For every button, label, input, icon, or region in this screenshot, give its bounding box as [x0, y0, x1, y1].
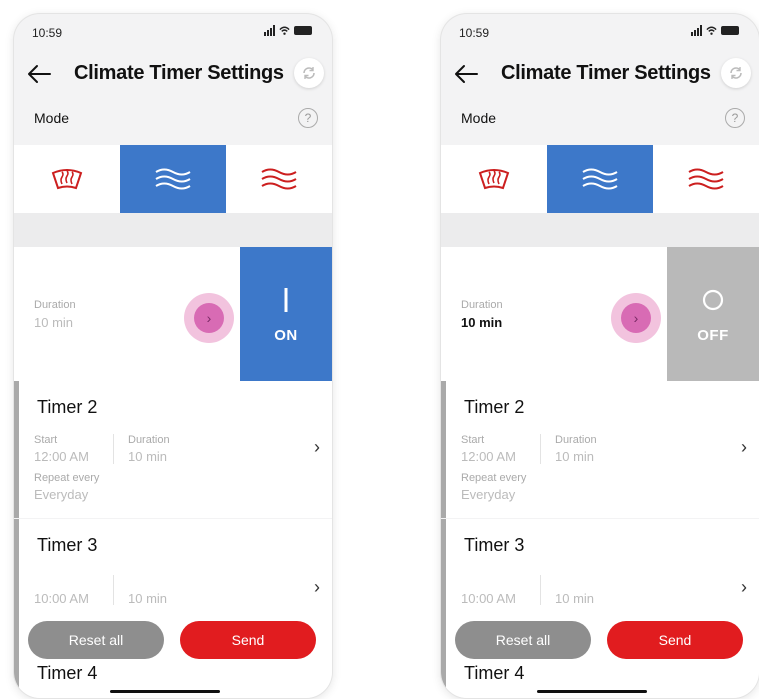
timer-3-duration-value: 10 min — [128, 591, 168, 606]
timer-3-duration-value: 10 min — [555, 591, 595, 606]
timer-1-toggle-label: OFF — [697, 326, 729, 344]
timer-1-expand-button[interactable]: › — [184, 293, 234, 343]
heat-airflow-icon — [261, 168, 297, 190]
timer-2-repeat-value: Everyday — [461, 487, 516, 502]
mode-defrost-button[interactable] — [14, 145, 120, 213]
defrost-icon — [51, 169, 83, 190]
timer-2-name: Timer 2 — [464, 397, 525, 417]
timer-1-card: Duration 10 min › OFF — [441, 247, 759, 381]
timer-3-chevron-right-icon[interactable]: › — [314, 577, 320, 598]
timer-2-start-value: 12:00 AM — [34, 449, 89, 464]
timer-2-name: Timer 2 — [37, 397, 98, 417]
refresh-button[interactable] — [294, 58, 324, 88]
phone-screen-off: 10:59 Climate Timer Settings Mode ? Dura… — [441, 14, 759, 698]
timer-1-toggle[interactable]: OFF — [667, 247, 759, 381]
timer-2-start-value: 12:00 AM — [461, 449, 516, 464]
timer-4-name: Timer 4 — [37, 663, 98, 683]
timer-4-name: Timer 4 — [464, 663, 525, 683]
header: Climate Timer Settings — [14, 58, 332, 90]
timer-1-duration-value: 10 min — [461, 315, 503, 330]
battery-icon — [294, 26, 312, 35]
timer-2-duration-value: 10 min — [128, 449, 168, 464]
refresh-icon — [730, 67, 742, 79]
signal-icon — [691, 25, 702, 36]
battery-icon — [721, 26, 739, 35]
section-divider — [14, 213, 332, 247]
timer-2-start-label: Start — [461, 434, 485, 446]
wifi-icon — [279, 26, 290, 35]
back-arrow-icon[interactable] — [453, 62, 479, 86]
timer-3-start-value: 10:00 AM — [34, 591, 89, 606]
reset-all-button[interactable]: Reset all — [28, 621, 164, 659]
back-arrow-icon[interactable] — [26, 62, 52, 86]
mode-vent-button[interactable] — [547, 145, 653, 213]
wifi-icon — [706, 26, 717, 35]
timer-2-card[interactable]: Timer 2 Start 12:00 AM Duration 10 min R… — [14, 381, 332, 518]
send-button[interactable]: Send — [607, 621, 743, 659]
timer-1-duration-label: Duration — [34, 299, 76, 311]
status-time: 10:59 — [459, 26, 490, 40]
defrost-icon — [478, 169, 510, 190]
status-bar: 10:59 — [441, 24, 759, 42]
header: Climate Timer Settings — [441, 58, 759, 90]
status-time: 10:59 — [32, 26, 63, 40]
mode-defrost-button[interactable] — [441, 145, 547, 213]
home-indicator — [537, 690, 647, 693]
mode-heat-button[interactable] — [653, 145, 759, 213]
reset-all-button[interactable]: Reset all — [455, 621, 591, 659]
vent-airflow-icon — [582, 168, 618, 190]
timer-2-start-label: Start — [34, 434, 58, 446]
mode-heat-button[interactable] — [226, 145, 332, 213]
timer-2-chevron-right-icon[interactable]: › — [314, 437, 320, 458]
timer-2-card[interactable]: Timer 2 Start 12:00 AM Duration 10 min R… — [441, 381, 759, 518]
home-indicator — [110, 690, 220, 693]
timer-2-repeat-label: Repeat every — [461, 472, 527, 484]
refresh-icon — [303, 67, 315, 79]
timer-2-duration-label: Duration — [128, 434, 170, 446]
vent-airflow-icon — [155, 168, 191, 190]
refresh-button[interactable] — [721, 58, 751, 88]
page-title: Climate Timer Settings — [74, 62, 284, 84]
timer-2-repeat-value: Everyday — [34, 487, 89, 502]
timer-3-name: Timer 3 — [464, 535, 525, 555]
timer-3-chevron-right-icon[interactable]: › — [741, 577, 747, 598]
phone-screen-on: 10:59 Climate Timer Settings Mode ? Dura… — [14, 14, 332, 698]
mode-label: Mode — [34, 110, 70, 126]
timer-3-name: Timer 3 — [37, 535, 98, 555]
send-button[interactable]: Send — [180, 621, 316, 659]
timer-3-start-value: 10:00 AM — [461, 591, 516, 606]
timer-1-duration-label: Duration — [461, 299, 503, 311]
timer-1-toggle[interactable]: ON — [240, 247, 332, 381]
mode-row: Mode ? — [14, 108, 332, 130]
timer-2-repeat-label: Repeat every — [34, 472, 100, 484]
timer-2-chevron-right-icon[interactable]: › — [741, 437, 747, 458]
timer-2-duration-value: 10 min — [555, 449, 595, 464]
mode-selector — [14, 145, 332, 213]
mode-vent-button[interactable] — [120, 145, 226, 213]
mode-label: Mode — [461, 110, 497, 126]
mode-row: Mode ? — [441, 108, 759, 130]
mode-selector — [441, 145, 759, 213]
chevron-right-icon: › — [621, 303, 651, 333]
power-off-icon — [702, 289, 724, 310]
timer-1-duration-value: 10 min — [34, 315, 74, 330]
power-on-icon — [284, 287, 288, 312]
chevron-right-icon: › — [194, 303, 224, 333]
help-icon[interactable]: ? — [298, 108, 318, 128]
signal-icon — [264, 25, 275, 36]
timer-2-duration-label: Duration — [555, 434, 597, 446]
section-divider — [441, 213, 759, 247]
timer-1-card: Duration 10 min › ON — [14, 247, 332, 381]
status-bar: 10:59 — [14, 24, 332, 42]
help-icon[interactable]: ? — [725, 108, 745, 128]
timer-1-toggle-label: ON — [274, 326, 298, 344]
page-title: Climate Timer Settings — [501, 62, 711, 84]
heat-airflow-icon — [688, 168, 724, 190]
timer-1-expand-button[interactable]: › — [611, 293, 661, 343]
